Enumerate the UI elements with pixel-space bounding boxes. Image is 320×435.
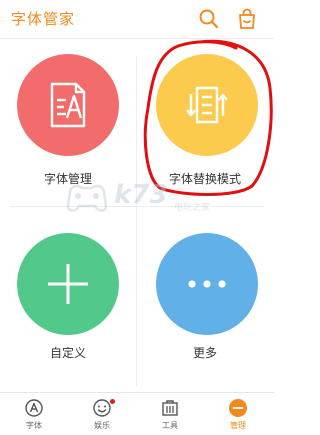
plus-icon [48,264,88,304]
tab-entertainment-label: 娱乐 [94,421,110,430]
font-document-icon [50,82,86,128]
more-dots-icon [188,280,226,288]
swap-list-icon [186,86,228,124]
manage-icon [229,399,247,417]
bottom-tab-bar: 字体 娱乐 工具 管理 [0,392,274,435]
notification-badge [110,399,115,404]
font-a-icon [25,399,43,417]
custom-button[interactable] [17,233,119,335]
smile-icon [93,399,111,417]
more-label: 更多 [192,346,217,360]
grid-vertical-divider [136,56,137,386]
font-replace-mode-label: 字体替换模式 [168,172,241,186]
toolbox-icon [162,400,178,416]
shopping-bag-icon[interactable] [234,6,260,32]
font-manage-button[interactable] [17,54,119,156]
font-replace-mode-button[interactable] [156,54,258,156]
search-icon[interactable] [196,6,222,32]
tab-tools-label: 工具 [162,421,178,430]
app-header: 字体管家 [0,0,274,39]
tab-font[interactable]: 字体 [0,393,68,435]
custom-label: 自定义 [49,346,86,360]
tab-font-label: 字体 [26,421,42,430]
app-title: 字体管家 [11,10,76,28]
grid-horizontal-divider [10,206,264,207]
tab-entertainment[interactable]: 娱乐 [68,393,136,435]
tab-manage-label: 管理 [230,421,246,430]
more-button[interactable] [156,233,258,335]
font-manage-label: 字体管理 [43,172,92,186]
tab-manage[interactable]: 管理 [204,393,272,435]
tab-tools[interactable]: 工具 [136,393,204,435]
